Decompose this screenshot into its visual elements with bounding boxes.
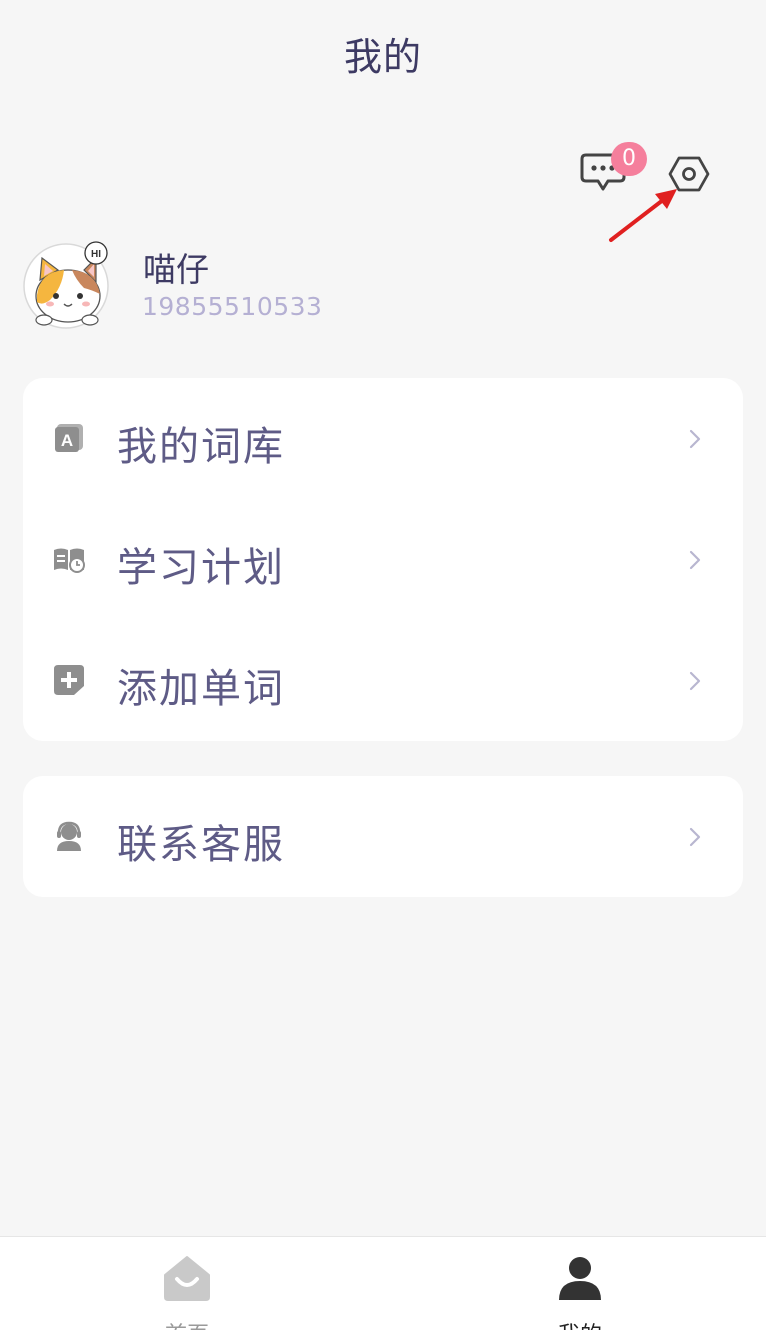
menu-item-add-word[interactable]: 添加单词	[23, 620, 743, 741]
support-card: 联系客服	[23, 776, 743, 897]
person-icon	[559, 1257, 601, 1300]
bottom-tab-bar: 首页 我的	[0, 1236, 766, 1330]
svg-text:HI: HI	[91, 249, 101, 260]
menu-label: 学习计划	[117, 545, 285, 591]
tab-label: 首页	[127, 1317, 247, 1330]
page-title: 我的	[343, 35, 422, 79]
message-count-badge: 0	[611, 142, 647, 176]
menu-card: A 我的词库 学习计划 添加单词	[23, 378, 743, 741]
menu-label: 添加单词	[117, 666, 285, 712]
cat-avatar-icon: HI	[23, 241, 109, 329]
menu-label: 我的词库	[117, 424, 285, 470]
annotation-arrow-icon	[609, 189, 677, 242]
home-icon	[164, 1256, 210, 1301]
book-a-icon: A	[53, 422, 85, 454]
chevron-right-icon	[689, 671, 701, 691]
chevron-right-icon	[689, 827, 701, 847]
user-name: 喵仔	[143, 250, 209, 289]
menu-item-my-wordbank[interactable]: A 我的词库	[23, 378, 743, 499]
svg-text:A: A	[61, 431, 73, 450]
add-square-icon	[53, 664, 85, 696]
user-phone: 19855510533	[142, 292, 323, 321]
menu-label: 联系客服	[117, 822, 285, 868]
headset-person-icon	[53, 820, 85, 852]
tab-mine[interactable]: 我的	[520, 1237, 640, 1330]
tab-label: 我的	[520, 1317, 640, 1330]
book-clock-icon	[53, 543, 85, 575]
menu-item-contact-support[interactable]: 联系客服	[23, 776, 743, 897]
chevron-right-icon	[689, 550, 701, 570]
menu-item-study-plan[interactable]: 学习计划	[23, 499, 743, 620]
tab-home[interactable]: 首页	[127, 1237, 247, 1330]
user-avatar[interactable]: HI	[22, 240, 112, 330]
chevron-right-icon	[689, 429, 701, 449]
